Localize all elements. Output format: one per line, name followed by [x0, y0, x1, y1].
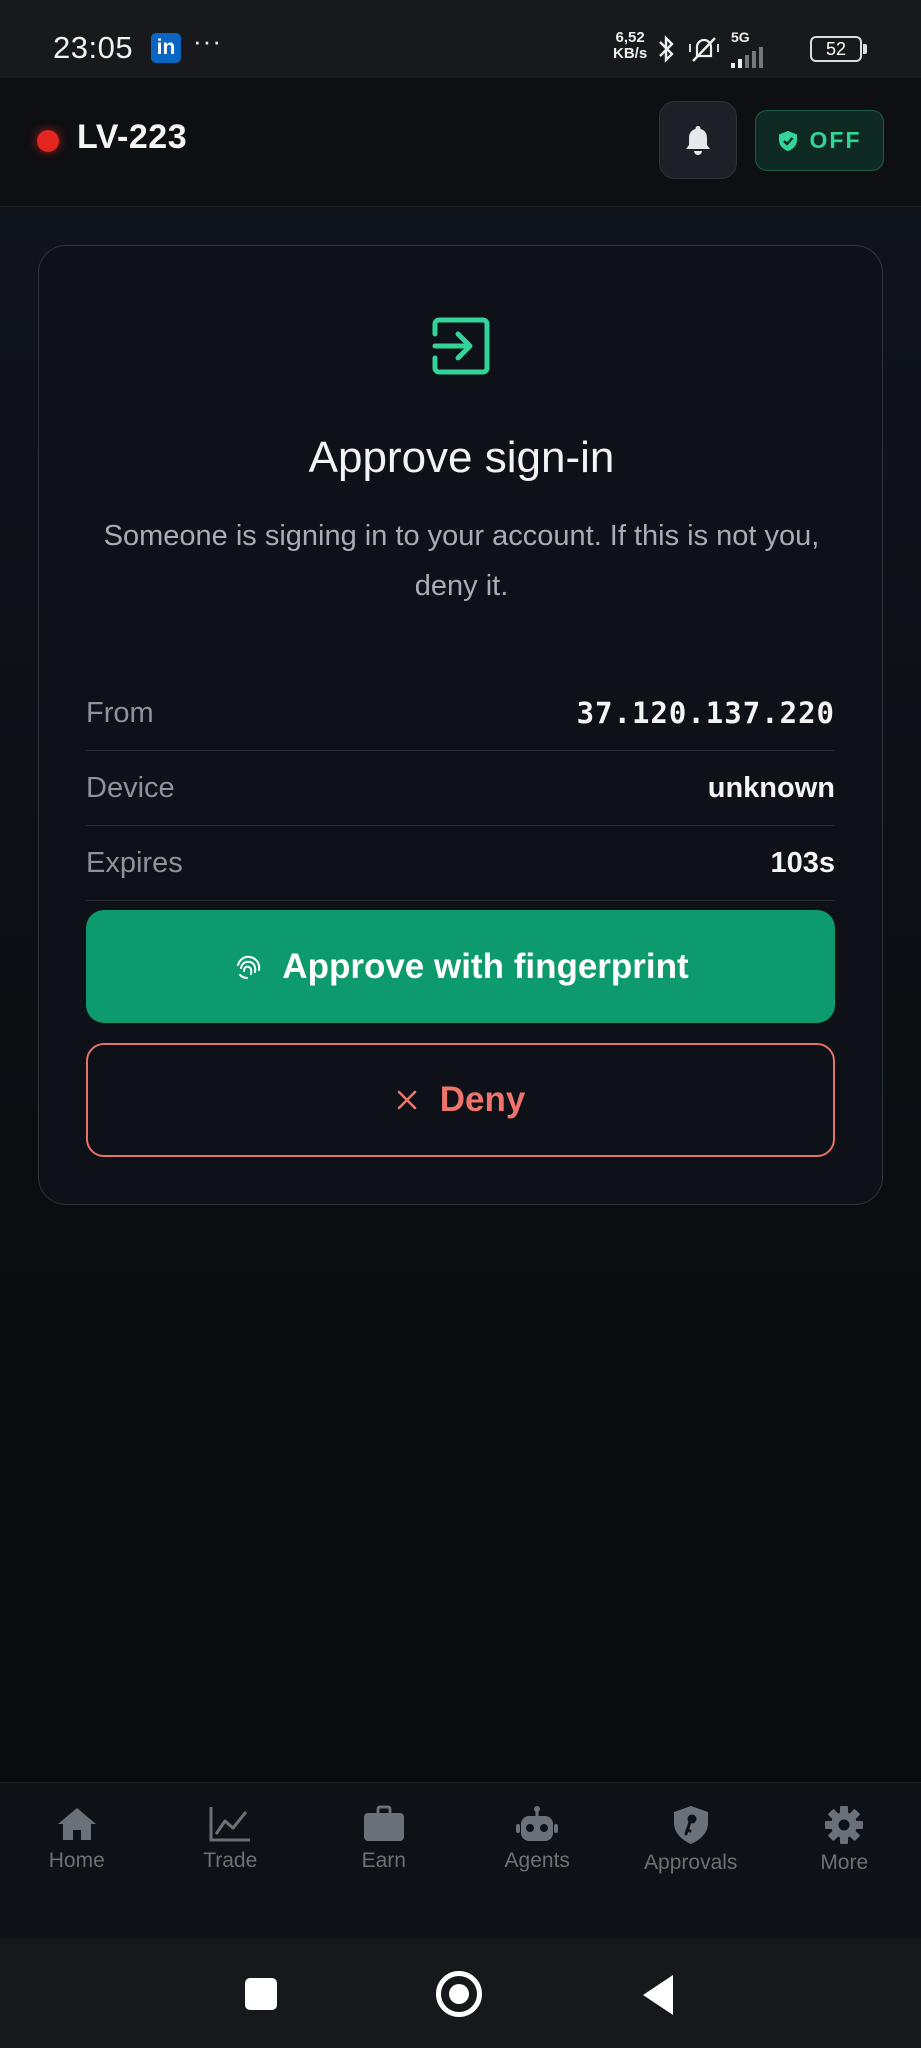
linkedin-notification-icon: in [151, 33, 181, 63]
protection-toggle-label: OFF [809, 127, 862, 153]
card-title: Approve sign-in [308, 433, 615, 482]
nav-item-trade[interactable]: Trade [154, 1783, 308, 1938]
nav-label: Home [48, 1849, 105, 1872]
home-button[interactable] [436, 1971, 482, 2017]
network-speed-unit: KB/s [613, 45, 648, 62]
approve-with-fingerprint-button[interactable]: Approve with fingerprint [86, 910, 835, 1023]
signal-bars-icon [731, 44, 763, 68]
deny-button-label: Deny [439, 1080, 526, 1119]
nav-label: Approvals [644, 1851, 738, 1874]
sign-in-icon [432, 317, 490, 375]
detail-label: Expires [86, 846, 183, 879]
ip-address-value: 37.120.137.220 [576, 696, 835, 730]
detail-label: Device [86, 771, 175, 804]
network-speed: 6,52 KB/s [613, 30, 647, 62]
nav-item-earn[interactable]: Earn [307, 1783, 461, 1938]
fingerprint-icon [237, 955, 261, 979]
silent-bell-icon [689, 37, 719, 62]
more-notifications-icon: ··· [193, 26, 222, 56]
detail-label: From [86, 696, 154, 729]
app-header: LV-223 OFF [0, 78, 921, 207]
status-indicator-dot [37, 130, 59, 152]
status-bar: 23:05 in ··· 6,52 KB/s 5G 52 [0, 0, 921, 78]
back-button[interactable] [643, 1975, 673, 2015]
status-time: 23:05 [53, 30, 134, 65]
card-subtitle: Someone is signing in to your account. I… [103, 520, 820, 602]
bottom-navigation: Home Trade Earn Agents Approvals More [0, 1782, 921, 1938]
approve-button-label: Approve with fingerprint [282, 946, 689, 986]
detail-row-expires: Expires 103s [86, 826, 835, 901]
nav-label: More [820, 1851, 869, 1874]
cellular-signal: 5G [731, 30, 763, 68]
shield-key-icon [673, 1806, 708, 1844]
sign-in-approval-card: Approve sign-in Someone is signing in to… [38, 245, 883, 1205]
battery-icon: 52 [810, 36, 867, 62]
sign-in-details: From 37.120.137.220 Device unknown Expir… [86, 676, 835, 901]
nav-label: Agents [504, 1849, 570, 1872]
chart-line-icon [209, 1807, 251, 1842]
deny-button[interactable]: Deny [86, 1043, 835, 1157]
bell-icon [686, 126, 710, 155]
main-content: Approve sign-in Someone is signing in to… [0, 207, 921, 1782]
network-speed-value: 6,52 [615, 29, 645, 46]
page-title: LV-223 [77, 118, 188, 156]
device-value: unknown [707, 771, 835, 804]
notifications-button[interactable] [659, 101, 737, 179]
nav-item-agents[interactable]: Agents [461, 1783, 615, 1938]
briefcase-icon [363, 1805, 404, 1841]
bluetooth-icon [659, 35, 674, 63]
protection-toggle-button[interactable]: OFF [755, 110, 884, 171]
robot-icon [516, 1806, 559, 1841]
shield-check-icon [778, 130, 797, 151]
nav-label: Trade [203, 1849, 258, 1872]
network-type: 5G [731, 29, 750, 45]
nav-item-more[interactable]: More [768, 1783, 921, 1938]
nav-item-home[interactable]: Home [0, 1783, 154, 1938]
status-icons: 5G [655, 30, 763, 68]
detail-row-device: Device unknown [86, 751, 835, 826]
nav-item-approvals[interactable]: Approvals [614, 1783, 768, 1938]
recent-apps-button[interactable] [245, 1978, 277, 2010]
expires-value: 103s [770, 846, 835, 879]
nav-label: Earn [361, 1849, 406, 1872]
home-icon [57, 1808, 96, 1840]
gear-icon [825, 1806, 864, 1844]
detail-row-from: From 37.120.137.220 [86, 676, 835, 751]
system-navigation-bar [0, 1938, 921, 2048]
close-icon [397, 1090, 417, 1110]
